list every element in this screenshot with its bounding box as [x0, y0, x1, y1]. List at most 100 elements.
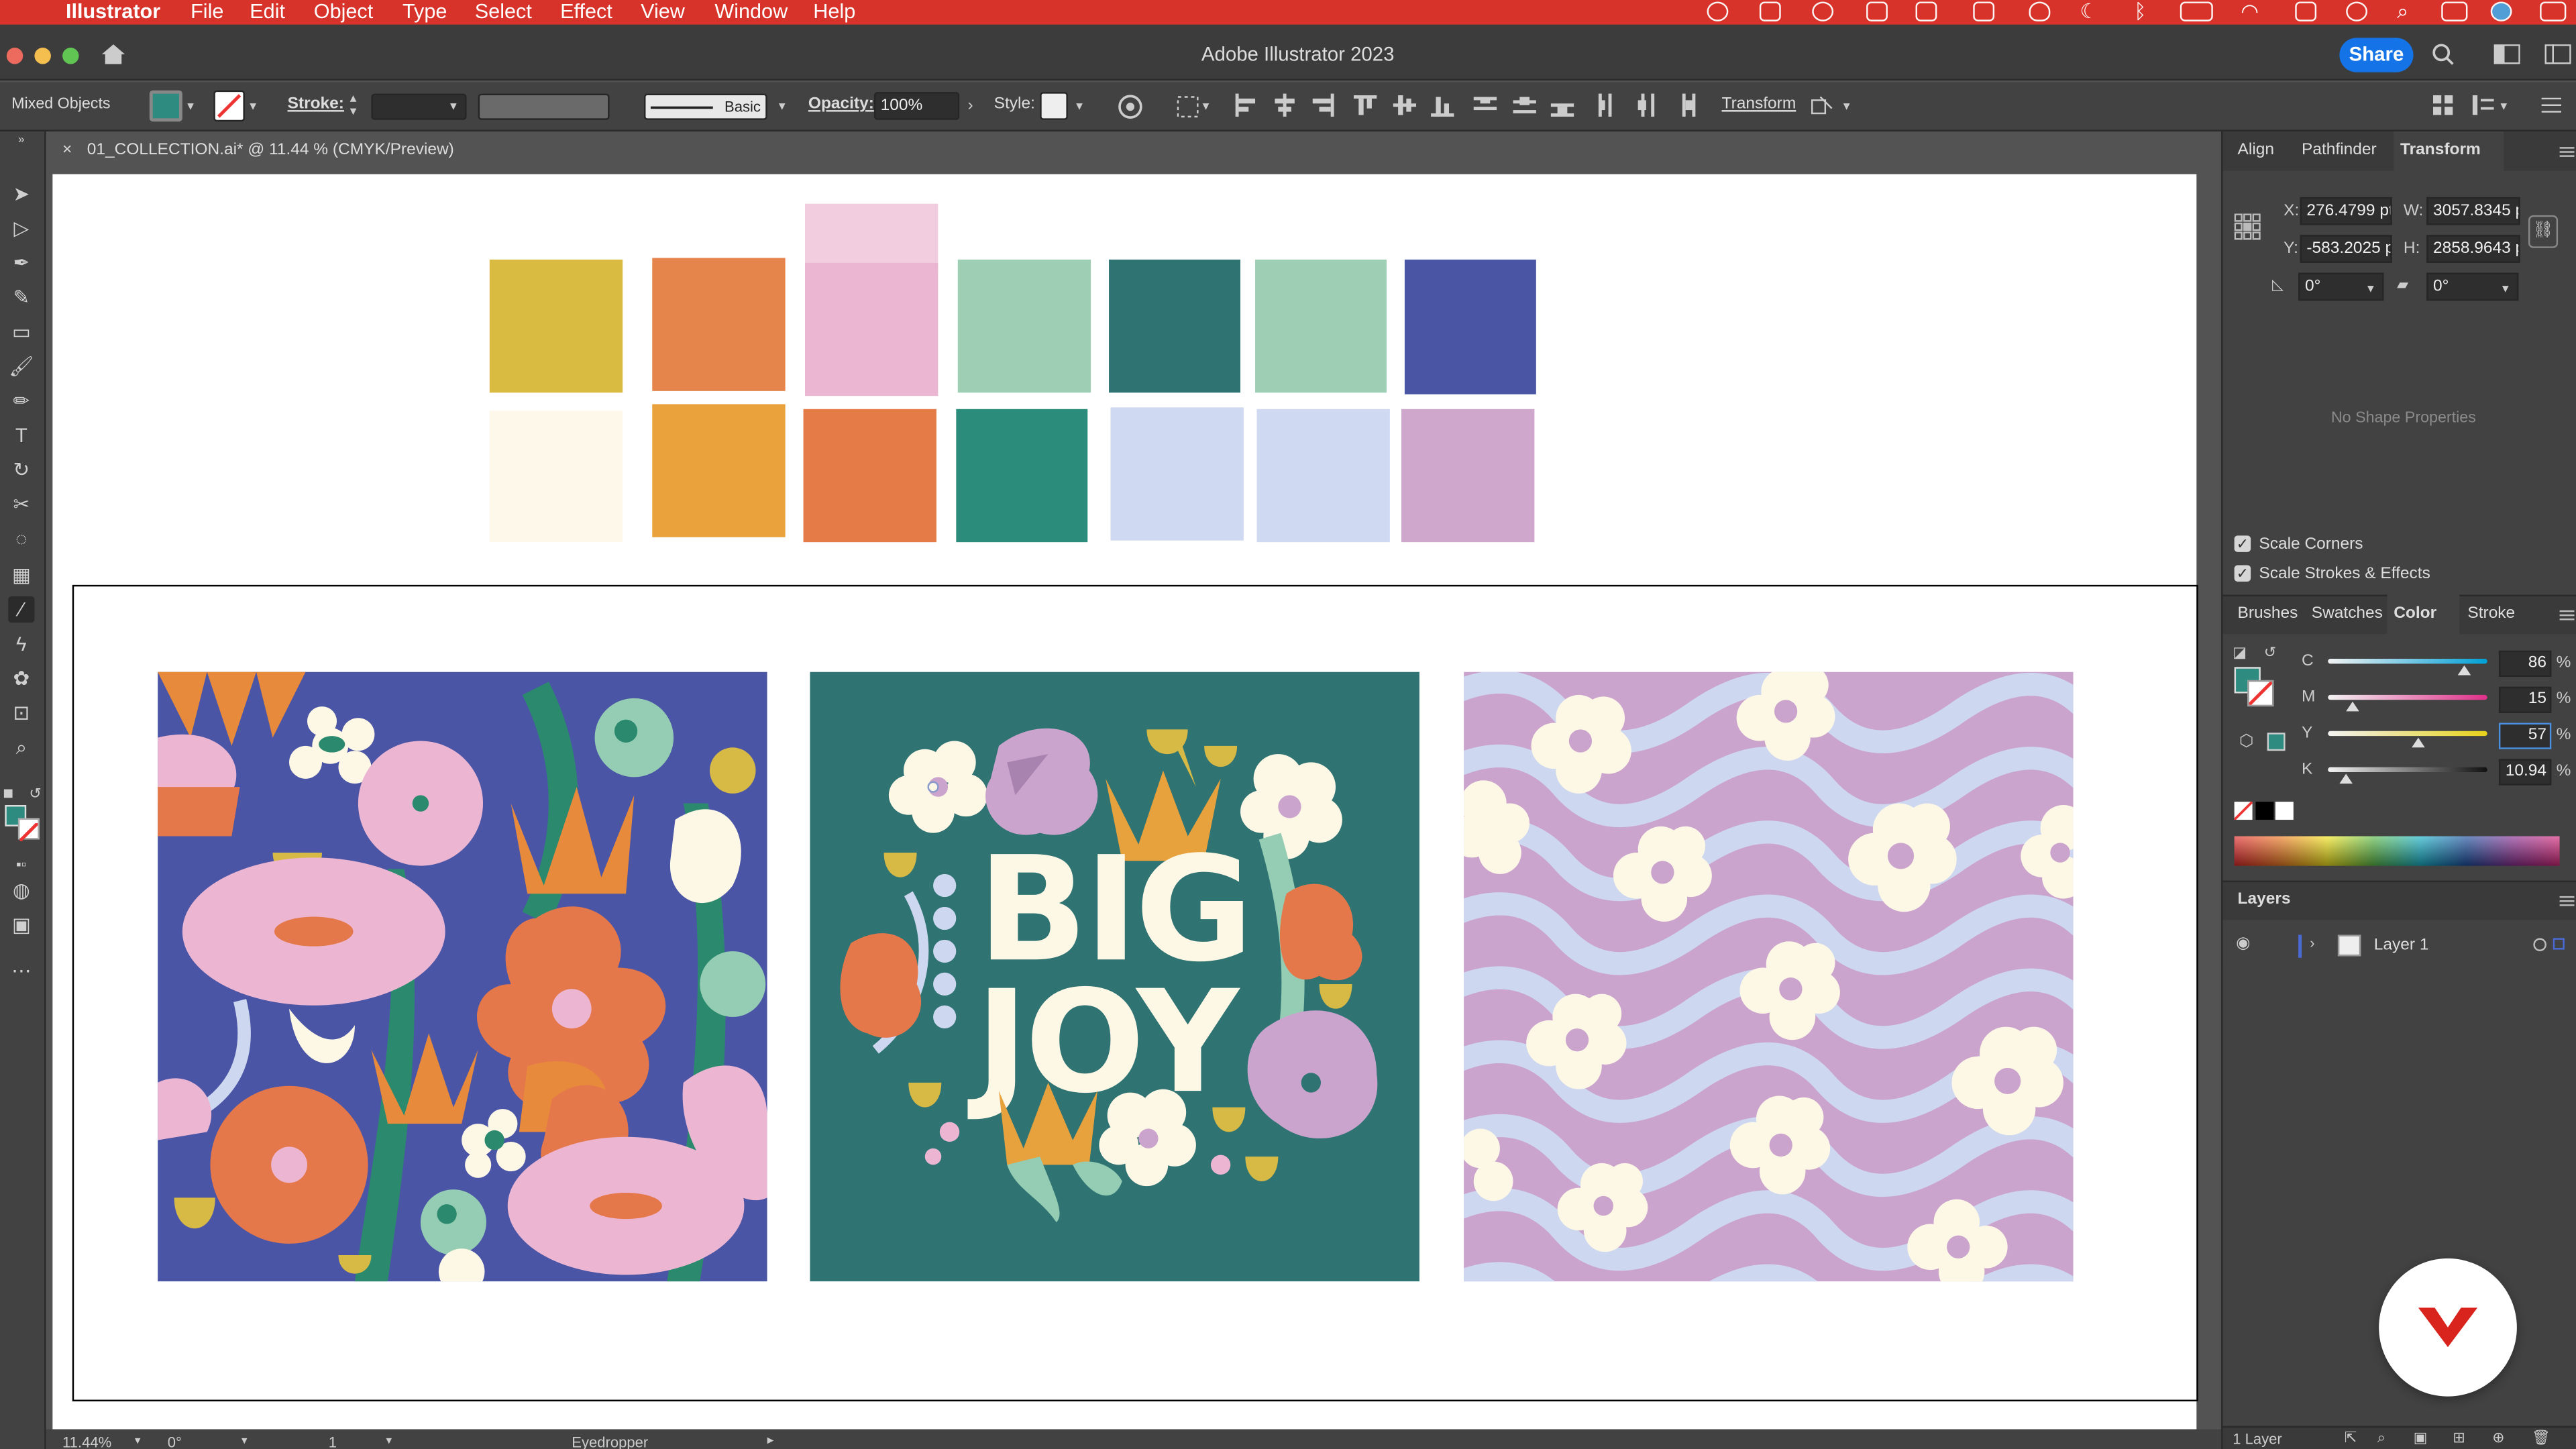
swatch[interactable]	[957, 259, 1091, 393]
distribute-left-icon[interactable]	[1595, 93, 1618, 117]
menu-file[interactable]: File	[191, 0, 223, 25]
cmyk-input-m[interactable]: 15	[2498, 686, 2552, 713]
adobe-icon[interactable]	[1866, 1, 1888, 21]
menu-type[interactable]: Type	[402, 0, 447, 25]
swatch[interactable]	[489, 411, 623, 543]
swap-fill-stroke-icon[interactable]: ↺	[2264, 644, 2276, 662]
fill-dropdown-icon[interactable]: ▾	[187, 99, 194, 113]
swatch[interactable]	[803, 409, 936, 543]
shear-dropdown-icon[interactable]: ▾	[2502, 281, 2509, 296]
swap-colors-icon[interactable]: ↺	[28, 780, 43, 806]
workspace-icon[interactable]	[2493, 44, 2520, 64]
scissors-tool-icon[interactable]: ✂	[8, 491, 34, 517]
align-to-icon[interactable]	[1176, 95, 1202, 118]
share-button[interactable]: Share	[2339, 38, 2414, 72]
flame-icon[interactable]	[2029, 1, 2051, 21]
artboard-number[interactable]: 1	[329, 1434, 337, 1449]
big-joy-artwork[interactable]: BIG JOY	[810, 672, 1419, 1282]
align-right-icon[interactable]	[1311, 93, 1334, 117]
draw-mode-icon[interactable]: ◍	[8, 877, 34, 904]
none-color-swatch[interactable]	[2233, 800, 2253, 821]
reference-point-icon[interactable]	[2234, 213, 2261, 240]
blend-tool-icon[interactable]: ϟ	[8, 631, 34, 657]
layer-selection-indicator[interactable]	[2553, 938, 2565, 950]
artboard-tool-icon[interactable]: ⊡	[8, 700, 34, 726]
tab-transform[interactable]: Transform	[2394, 131, 2504, 171]
swatch[interactable]	[1110, 407, 1244, 541]
layer-target-icon[interactable]	[2533, 938, 2546, 951]
wifi-icon[interactable]: ◠	[2241, 0, 2259, 25]
stroke-swatch[interactable]	[17, 818, 40, 843]
tab-layers[interactable]: Layers	[2238, 881, 2291, 920]
control-center-icon[interactable]	[2441, 1, 2468, 21]
distribute-right-icon[interactable]	[1672, 93, 1695, 117]
selection-tool-icon[interactable]: ➤	[8, 180, 34, 207]
cmyk-input-k[interactable]: 10.94	[2498, 759, 2552, 786]
layer-name[interactable]: Layer 1	[2374, 936, 2429, 955]
layers-menu-icon[interactable]	[2559, 896, 2575, 907]
spotlight-icon[interactable]: ⌕	[2397, 0, 2408, 25]
clock-icon[interactable]	[2346, 1, 2368, 21]
menu-edit[interactable]: Edit	[250, 0, 285, 25]
menu-help[interactable]: Help	[813, 0, 855, 25]
in-gamut-swatch[interactable]	[2267, 733, 2286, 751]
menu-view[interactable]: View	[641, 0, 685, 25]
white-color-swatch[interactable]	[2275, 802, 2294, 820]
swatch[interactable]	[1256, 409, 1390, 543]
distribute-top-icon[interactable]	[1473, 94, 1497, 117]
black-color-swatch[interactable]	[2255, 802, 2274, 820]
tab-brushes[interactable]: Brushes	[2238, 595, 2298, 635]
tab-align[interactable]: Align	[2238, 131, 2274, 171]
swatch[interactable]	[1109, 259, 1240, 393]
w-input[interactable]: 3057.8345 pt	[2426, 197, 2520, 225]
gradient-tool-icon[interactable]: ▦	[8, 562, 34, 588]
stroke-stepper-icon[interactable]: ▴ ▾	[350, 91, 357, 118]
direct-selection-tool-icon[interactable]: ▷	[8, 215, 34, 241]
search-icon[interactable]	[2432, 43, 2455, 66]
swatch[interactable]	[652, 258, 786, 391]
rearrange-dropdown-icon[interactable]: ▾	[2500, 99, 2507, 113]
default-colors-icon[interactable]: ◼	[1, 780, 15, 806]
new-layer-icon[interactable]: ⊕	[2492, 1430, 2504, 1448]
cmyk-slider-m[interactable]	[2328, 694, 2487, 700]
swatch[interactable]	[805, 262, 938, 396]
creative-cloud-icon[interactable]	[1707, 1, 1729, 21]
style-dropdown-icon[interactable]: ▾	[1076, 99, 1083, 113]
moon-icon[interactable]: ☾	[2080, 0, 2098, 25]
zoom-dropdown-icon[interactable]: ▾	[135, 1434, 141, 1447]
transform-options-dropdown-icon[interactable]: ▾	[1843, 99, 1850, 113]
zoom-tool-icon[interactable]: ⌕	[8, 735, 34, 761]
cmyk-slider-thumb[interactable]	[2345, 701, 2359, 712]
battery-icon[interactable]	[2180, 1, 2213, 21]
artboard-dropdown-icon[interactable]: ▾	[386, 1434, 392, 1447]
scale-corners-checkbox[interactable]: ✓	[2234, 535, 2251, 552]
layer-row[interactable]: ◉ › Layer 1	[2222, 928, 2576, 965]
stroke-weight-dropdown-icon[interactable]: ▾	[450, 99, 457, 113]
export-icon[interactable]: ⇱	[2345, 1430, 2357, 1448]
align-left-icon[interactable]	[1234, 93, 1256, 117]
paintbrush-tool-icon[interactable]: 🖌	[8, 354, 34, 380]
document-tab[interactable]: × 01_COLLECTION.ai* @ 11.44 % (CMYK/Prev…	[52, 131, 460, 171]
graphic-style-swatch[interactable]	[1040, 92, 1068, 120]
tab-color[interactable]: Color	[2387, 594, 2460, 635]
curvature-tool-icon[interactable]: ✎	[8, 284, 34, 311]
menu-effect[interactable]: Effect	[560, 0, 612, 25]
locate-object-icon[interactable]: ⌕	[2377, 1430, 2385, 1448]
visibility-eye-icon[interactable]: ◉	[2236, 934, 2250, 953]
swatch[interactable]	[652, 404, 786, 537]
align-vertical-center-icon[interactable]	[1393, 94, 1417, 117]
panels-icon[interactable]	[2544, 44, 2571, 64]
layer-expand-icon[interactable]: ›	[2310, 934, 2314, 951]
display-icon[interactable]	[1915, 1, 1937, 21]
swatch[interactable]	[1255, 259, 1387, 393]
h-input[interactable]: 2858.9643 pt	[2426, 235, 2520, 263]
transform-options-icon[interactable]	[1811, 95, 1833, 118]
cmyk-slider-thumb[interactable]	[2339, 773, 2353, 784]
lasso-tool-icon[interactable]: ◌	[8, 526, 34, 552]
cmyk-input-c[interactable]: 86	[2498, 650, 2552, 677]
type-tool-icon[interactable]: T	[8, 422, 34, 448]
constrain-proportions-icon[interactable]: ⛓	[2528, 215, 2559, 248]
align-top-icon[interactable]	[1353, 94, 1377, 117]
align-horizontal-center-icon[interactable]	[1273, 93, 1296, 117]
cmyk-input-y[interactable]: 57	[2498, 722, 2552, 749]
